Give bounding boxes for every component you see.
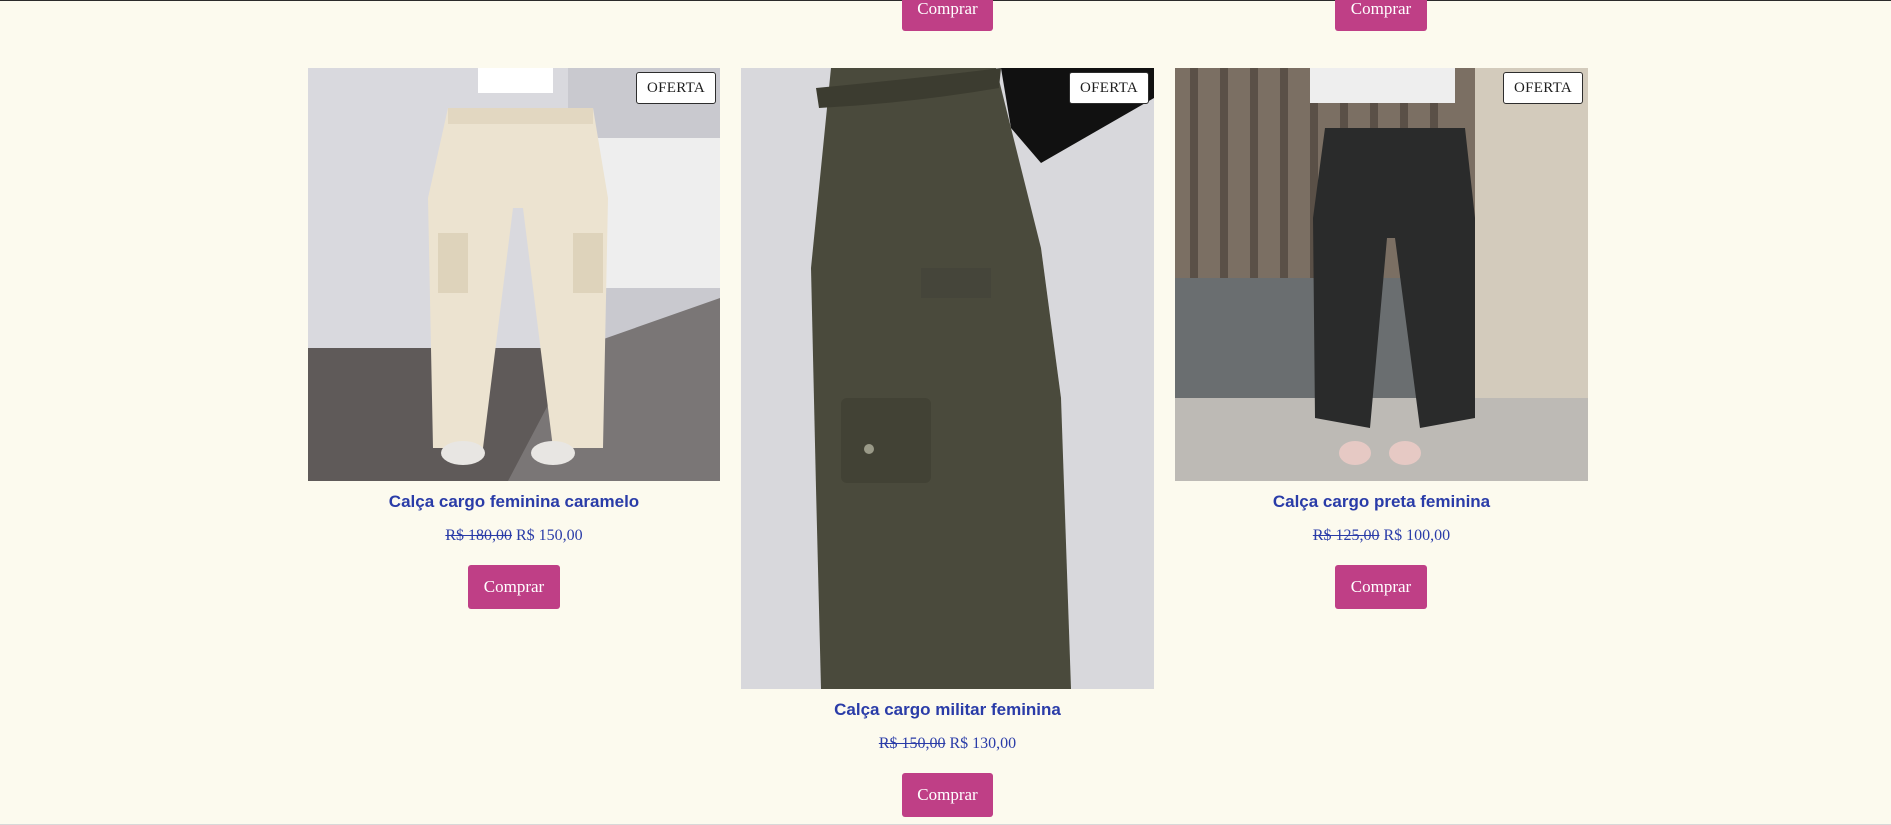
- product-price: R$ 150,00 R$ 130,00: [741, 735, 1154, 753]
- product-price: R$ 125,00 R$ 100,00: [1175, 527, 1588, 545]
- sale-price: R$ 130,00: [949, 735, 1017, 752]
- offer-badge: OFERTA: [1069, 72, 1150, 104]
- offer-badge: OFERTA: [636, 72, 717, 104]
- sale-price: R$ 100,00: [1383, 527, 1451, 544]
- buy-button-top-middle[interactable]: Comprar: [902, 0, 993, 31]
- product-image-militar[interactable]: [741, 68, 1154, 689]
- product-price: R$ 180,00 R$ 150,00: [308, 527, 720, 545]
- old-price: R$ 125,00: [1312, 527, 1380, 544]
- buy-button[interactable]: Comprar: [468, 565, 560, 609]
- cargo-pants-olive-photo: [741, 68, 1154, 689]
- buy-button[interactable]: Comprar: [1335, 565, 1427, 609]
- buy-button-top-right[interactable]: Comprar: [1335, 0, 1427, 31]
- product-grid-page: Comprar Comprar OFERTA Calça cargo femin…: [0, 0, 1891, 825]
- old-price: R$ 180,00: [445, 527, 512, 544]
- offer-badge: OFERTA: [1503, 72, 1584, 104]
- product-title[interactable]: Calça cargo preta feminina: [1175, 492, 1588, 512]
- cargo-pants-black-photo: [1175, 68, 1588, 481]
- product-image-caramelo[interactable]: [308, 68, 720, 481]
- sale-price: R$ 150,00: [516, 527, 583, 544]
- old-price: R$ 150,00: [878, 735, 946, 752]
- product-title[interactable]: Calça cargo militar feminina: [741, 700, 1154, 720]
- product-image-preta[interactable]: [1175, 68, 1588, 481]
- buy-button[interactable]: Comprar: [902, 773, 993, 817]
- product-title[interactable]: Calça cargo feminina caramelo: [308, 492, 720, 512]
- cargo-pants-beige-photo: [308, 68, 720, 481]
